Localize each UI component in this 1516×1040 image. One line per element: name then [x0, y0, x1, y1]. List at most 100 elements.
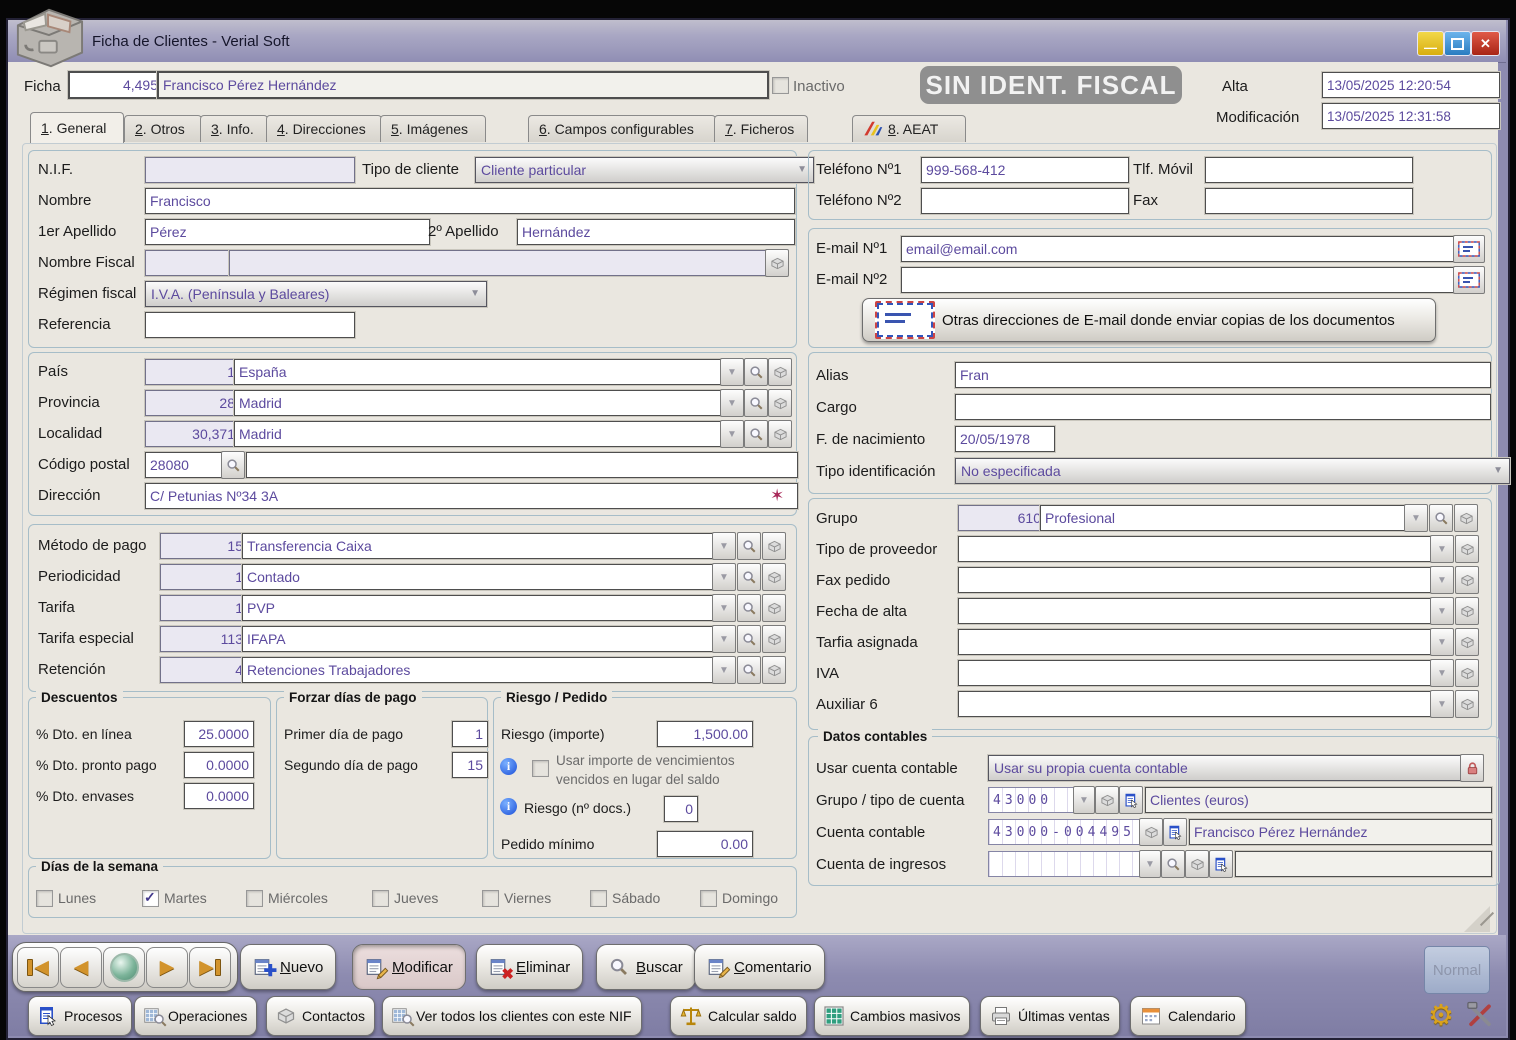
martes-checkbox[interactable]: ✓	[142, 890, 159, 907]
tipo-proveedor-field[interactable]	[958, 536, 1436, 562]
tarifa-field[interactable]: PVP	[242, 595, 718, 621]
cuenta-contable-detail-button[interactable]	[1139, 818, 1163, 846]
grupo-dropdown-button[interactable]: ▼	[1404, 504, 1428, 532]
minimize-button[interactable]: —	[1417, 31, 1444, 56]
referencia-field[interactable]	[145, 312, 355, 338]
cuenta-ingresos-search-button[interactable]	[1161, 850, 1185, 878]
periodicidad-search-button[interactable]	[737, 563, 761, 591]
metodo-pago-dropdown-button[interactable]: ▼	[712, 532, 736, 560]
otras-direcciones-button[interactable]: Otras direcciones de E-mail donde enviar…	[862, 298, 1436, 342]
localidad-field[interactable]: Madrid	[234, 421, 726, 447]
dto-envases-field[interactable]: 0.0000	[184, 783, 254, 809]
eliminar-button[interactable]: ✖ Eliminar	[476, 944, 583, 990]
tarifa-especial-field[interactable]: IFAPA	[242, 626, 718, 652]
close-button[interactable]: ✕	[1471, 31, 1500, 56]
localidad-detail-button[interactable]	[768, 420, 792, 448]
pedido-minimo-field[interactable]: 0.00	[657, 831, 753, 857]
periodicidad-code-field[interactable]: 1	[160, 564, 248, 590]
calendario-button[interactable]: Calendario	[1130, 996, 1246, 1036]
tab-campos-configurables[interactable]: 6. Campos configurables	[528, 115, 716, 142]
provincia-search-button[interactable]	[744, 389, 768, 417]
ultimas-ventas-button[interactable]: Últimas ventas	[980, 996, 1120, 1036]
cuenta-ingresos-list-button[interactable]	[1209, 850, 1233, 878]
restore-button[interactable]	[1444, 31, 1471, 56]
fax-pedido-field[interactable]	[958, 567, 1436, 593]
tab-aeat[interactable]: 8. AEAT	[852, 115, 966, 142]
previous-record-button[interactable]: ◀	[60, 947, 102, 988]
miercoles-checkbox[interactable]: ✓	[246, 890, 263, 907]
codigo-postal-extra-field[interactable]	[246, 452, 798, 478]
tarfia-asignada-dropdown-button[interactable]: ▼	[1430, 628, 1454, 656]
direccion-field[interactable]: C/ Petunias Nº34 3A	[145, 483, 798, 509]
tipo-proveedor-detail-button[interactable]	[1455, 535, 1479, 563]
grupo-detail-button[interactable]	[1454, 504, 1478, 532]
contactos-button[interactable]: Contactos	[266, 996, 375, 1036]
metodo-pago-code-field[interactable]: 15	[160, 533, 248, 559]
metodo-pago-search-button[interactable]	[737, 532, 761, 560]
retencion-code-field[interactable]: 4	[160, 657, 248, 683]
auxiliar6-detail-button[interactable]	[1455, 690, 1479, 718]
telefono1-field[interactable]: 999-568-412	[921, 157, 1129, 183]
tarfia-asignada-field[interactable]	[958, 629, 1436, 655]
auxiliar6-dropdown-button[interactable]: ▼	[1430, 690, 1454, 718]
cargo-field[interactable]	[955, 394, 1491, 420]
red-star-icon[interactable]: ✶	[770, 487, 784, 504]
email1-send-button[interactable]	[1453, 235, 1485, 263]
alias-field[interactable]: Fran	[955, 362, 1491, 388]
ficha-number-field[interactable]: 4,495	[68, 71, 164, 99]
nombre-field[interactable]: Francisco	[145, 188, 795, 214]
tarifa-especial-search-button[interactable]	[737, 625, 761, 653]
periodicidad-field[interactable]: Contado	[242, 564, 718, 590]
tarifa-code-field[interactable]: 1	[160, 595, 248, 621]
cuenta-contable-digits[interactable]: 43000-004495	[988, 819, 1142, 845]
retencion-detail-button[interactable]	[762, 656, 786, 684]
tarifa-especial-code-field[interactable]: 113	[160, 626, 248, 652]
pais-field[interactable]: España	[234, 359, 726, 385]
fax-field[interactable]	[1205, 188, 1413, 214]
jueves-checkbox[interactable]: ✓	[372, 890, 389, 907]
tarifa-especial-detail-button[interactable]	[762, 625, 786, 653]
grupo-tipo-cuenta-list-button[interactable]	[1119, 786, 1143, 814]
periodicidad-dropdown-button[interactable]: ▼	[712, 563, 736, 591]
fecha-alta-field[interactable]	[958, 598, 1436, 624]
tab-direcciones[interactable]: 4. Direcciones	[266, 115, 382, 142]
codigo-postal-search-button[interactable]	[221, 451, 245, 479]
tab-otros[interactable]: 2. Otros	[124, 115, 202, 142]
riesgo-importe-field[interactable]: 1,500.00	[657, 721, 753, 747]
cuenta-lock-button[interactable]	[1460, 754, 1484, 782]
tipo-cliente-select[interactable]: Cliente particular▼	[475, 157, 814, 183]
fecha-alta-detail-button[interactable]	[1455, 597, 1479, 625]
first-record-button[interactable]: ◀	[17, 947, 59, 988]
metodo-pago-field[interactable]: Transferencia Caixa	[242, 533, 718, 559]
nombre-fiscal-detail-button[interactable]	[765, 249, 789, 277]
comentario-button[interactable]: Comentario	[694, 944, 825, 990]
provincia-code-field[interactable]: 28	[145, 390, 240, 416]
tarifa-dropdown-button[interactable]: ▼	[712, 594, 736, 622]
tarifa-detail-button[interactable]	[762, 594, 786, 622]
cuenta-ingresos-dropdown-button[interactable]: ▼	[1139, 850, 1161, 878]
tab-ficheros[interactable]: 7. Ficheros	[714, 115, 808, 142]
procesos-button[interactable]: Procesos	[28, 996, 132, 1036]
provincia-field[interactable]: Madrid	[234, 390, 726, 416]
apellido2-field[interactable]: Hernández	[517, 219, 795, 245]
nombre-fiscal-field[interactable]	[229, 250, 772, 276]
riesgo-ndocs-field[interactable]: 0	[664, 796, 698, 822]
movil-field[interactable]	[1205, 157, 1413, 183]
grupo-field[interactable]: Profesional	[1040, 505, 1412, 531]
tab-imagenes[interactable]: 5. Imágenes	[380, 115, 486, 142]
grupo-tipo-cuenta-digits[interactable]: 43000	[988, 787, 1076, 813]
cuenta-contable-list-button[interactable]	[1163, 818, 1187, 846]
info-icon[interactable]: i	[500, 758, 517, 775]
grupo-code-field[interactable]: 610	[958, 505, 1046, 531]
iva-field[interactable]	[958, 660, 1436, 686]
nombre-fiscal-code-field[interactable]	[145, 250, 235, 276]
next-record-button[interactable]: ▶	[146, 947, 188, 988]
domingo-checkbox[interactable]: ✓	[700, 890, 717, 907]
buscar-button[interactable]: Buscar	[596, 944, 696, 990]
dto-pronto-field[interactable]: 0.0000	[184, 752, 254, 778]
iva-dropdown-button[interactable]: ▼	[1430, 659, 1454, 687]
info-icon[interactable]: i	[500, 798, 517, 815]
tools-icon[interactable]	[1466, 1000, 1494, 1028]
iva-detail-button[interactable]	[1455, 659, 1479, 687]
ver-clientes-nif-button[interactable]: Ver todos los clientes con este NIF	[382, 996, 642, 1036]
